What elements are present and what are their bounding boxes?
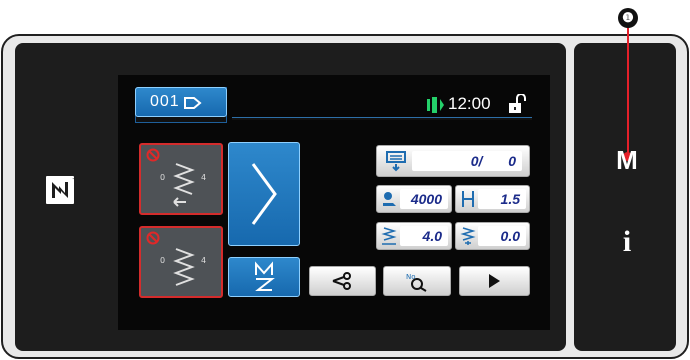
counter-icon bbox=[386, 151, 406, 172]
zigzag-pattern-icon: 0 4 bbox=[160, 163, 206, 207]
key-panel bbox=[574, 43, 676, 351]
nfc-icon: ™ bbox=[46, 176, 76, 204]
zigzag-position-icon bbox=[460, 227, 476, 245]
pattern-arrow-icon bbox=[184, 97, 202, 109]
svg-text:0: 0 bbox=[160, 256, 165, 265]
clock-time: 12:00 bbox=[448, 94, 491, 113]
stitch-length-icon bbox=[462, 191, 474, 207]
pattern-search-icon: No. bbox=[406, 273, 427, 292]
counter-current: 0/ bbox=[470, 153, 483, 169]
stitch-length-field: 1.5 bbox=[478, 189, 526, 209]
svg-text:4: 4 bbox=[201, 256, 206, 265]
svg-text:4: 4 bbox=[201, 173, 206, 182]
header-underline bbox=[232, 117, 532, 120]
zigzag-pattern-icon: 0 4 bbox=[160, 248, 206, 286]
pattern-number: 001 bbox=[150, 93, 180, 110]
svg-text:™: ™ bbox=[72, 177, 76, 182]
lock-icon[interactable] bbox=[508, 94, 526, 114]
zigzag-icon bbox=[251, 163, 277, 225]
svg-text:0: 0 bbox=[160, 173, 165, 182]
prohibit-icon bbox=[146, 148, 160, 162]
stitch-type-icon bbox=[255, 261, 275, 291]
callout-badge: ❶ bbox=[618, 8, 638, 28]
play-icon bbox=[489, 274, 500, 288]
info-key[interactable]: i bbox=[603, 222, 651, 262]
callout-line bbox=[627, 20, 629, 158]
speed-icon bbox=[383, 192, 396, 206]
zigzag-position-field: 0.0 bbox=[478, 226, 526, 246]
thread-trim-icon bbox=[332, 272, 351, 290]
pattern-number-button[interactable] bbox=[135, 87, 227, 117]
zigzag-width-icon bbox=[381, 227, 397, 245]
prohibit-icon bbox=[146, 231, 160, 245]
counter-value-field: 0/ 0 bbox=[412, 151, 522, 171]
counter-target: 0 bbox=[508, 153, 516, 169]
clock-antenna-icon bbox=[427, 97, 444, 113]
max-speed-field: 4000 bbox=[400, 189, 448, 209]
zigzag-width-field: 4.0 bbox=[400, 226, 448, 246]
menu-key[interactable]: M bbox=[603, 140, 651, 180]
